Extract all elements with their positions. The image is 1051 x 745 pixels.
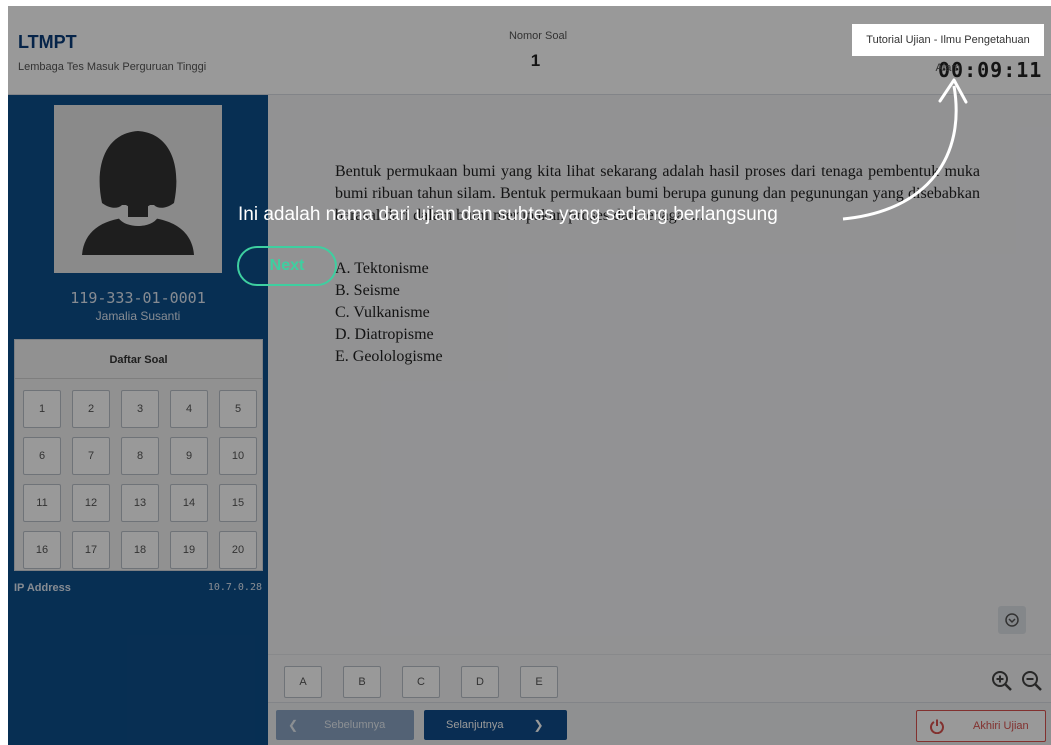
tutorial-next-button[interactable]: Next [237,246,337,286]
exam-app: LTMPT Lembaga Tes Masuk Perguruan Tinggi… [8,6,1051,745]
arrow-icon [842,78,968,221]
tutorial-message: Ini adalah nama dari ujian dan subtes ya… [238,204,778,225]
